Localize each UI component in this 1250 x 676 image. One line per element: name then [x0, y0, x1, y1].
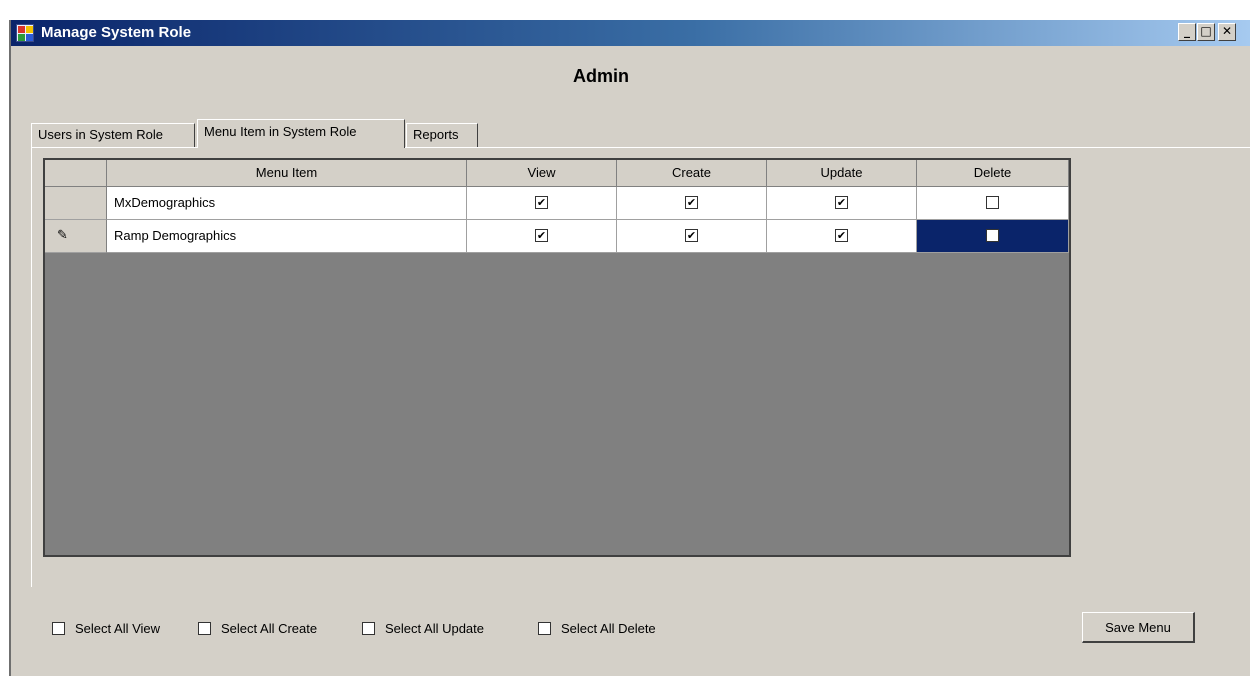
select-all-view-label: Select All View: [75, 621, 161, 636]
view-cell[interactable]: ✔: [467, 187, 617, 220]
tab-menu-item-in-system-role[interactable]: Menu Item in System Role: [197, 119, 405, 148]
select-all-delete-label: Select All Delete: [561, 621, 656, 636]
select-all-create-option[interactable]: Select All Create: [198, 621, 317, 636]
delete-checkbox[interactable]: [986, 196, 999, 209]
select-all-delete-checkbox[interactable]: [538, 622, 551, 635]
create-checkbox[interactable]: ✔: [685, 229, 698, 242]
maximize-icon[interactable]: □: [1197, 23, 1215, 41]
save-menu-button[interactable]: Save Menu: [1082, 612, 1195, 643]
view-cell[interactable]: ✔: [467, 220, 617, 253]
app-window-icon: [16, 24, 34, 42]
update-checkbox[interactable]: ✔: [835, 196, 848, 209]
title-bar[interactable]: Manage System Role _ □ ✕: [11, 20, 1250, 46]
select-all-update-label: Select All Update: [385, 621, 485, 636]
close-icon[interactable]: ✕: [1218, 23, 1236, 41]
column-header-menu-item[interactable]: Menu Item: [107, 160, 467, 187]
grid-corner-header[interactable]: [45, 160, 107, 187]
pencil-icon: ✎: [57, 228, 68, 243]
delete-cell[interactable]: [917, 187, 1069, 220]
column-header-create[interactable]: Create: [617, 160, 767, 187]
delete-cell-selected[interactable]: [917, 220, 1069, 253]
column-header-update[interactable]: Update: [767, 160, 917, 187]
select-all-update-checkbox[interactable]: [362, 622, 375, 635]
select-all-delete-option[interactable]: Select All Delete: [538, 621, 656, 636]
tab-users-in-system-role[interactable]: Users in System Role: [31, 123, 195, 147]
select-all-view-checkbox[interactable]: [52, 622, 65, 635]
row-header[interactable]: [45, 187, 107, 220]
column-header-delete[interactable]: Delete: [917, 160, 1069, 187]
update-cell[interactable]: ✔: [767, 187, 917, 220]
select-all-create-checkbox[interactable]: [198, 622, 211, 635]
menu-item-cell[interactable]: Ramp Demographics: [107, 220, 467, 253]
select-all-create-label: Select All Create: [221, 621, 318, 636]
minimize-icon[interactable]: _: [1178, 23, 1196, 41]
row-header[interactable]: ✎: [45, 220, 107, 253]
view-checkbox[interactable]: ✔: [535, 196, 548, 209]
create-cell[interactable]: ✔: [617, 187, 767, 220]
create-checkbox[interactable]: ✔: [685, 196, 698, 209]
menu-item-grid[interactable]: Menu Item View Create Update Delete MxDe…: [43, 158, 1071, 557]
tab-reports[interactable]: Reports: [406, 123, 478, 147]
select-all-view-option[interactable]: Select All View: [52, 621, 160, 636]
update-cell[interactable]: ✔: [767, 220, 917, 253]
select-all-update-option[interactable]: Select All Update: [362, 621, 484, 636]
delete-checkbox[interactable]: [986, 229, 999, 242]
manage-system-role-window: Manage System Role _ □ ✕ Admin Users in …: [9, 20, 1250, 676]
window-title: Manage System Role: [41, 24, 192, 41]
update-checkbox[interactable]: ✔: [835, 229, 848, 242]
create-cell[interactable]: ✔: [617, 220, 767, 253]
menu-item-cell[interactable]: MxDemographics: [107, 187, 467, 220]
view-checkbox[interactable]: ✔: [535, 229, 548, 242]
column-header-view[interactable]: View: [467, 160, 617, 187]
role-heading: Admin: [573, 66, 629, 86]
